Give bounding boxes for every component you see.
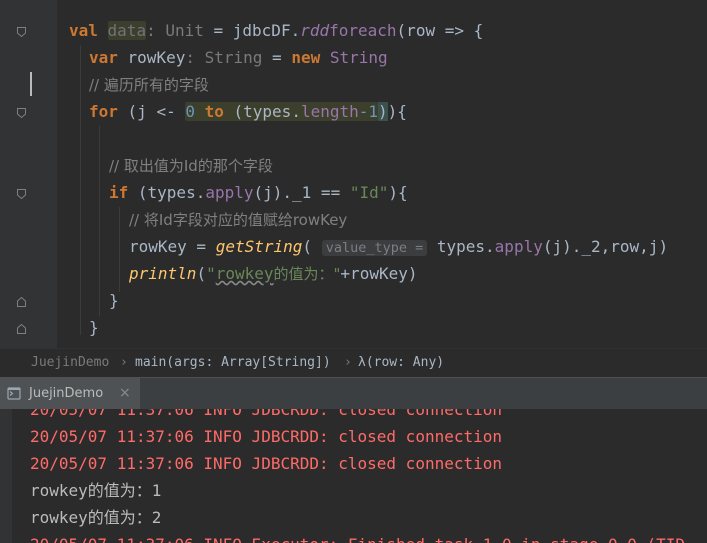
code-text: (	[196, 264, 207, 283]
code-text: (	[302, 237, 313, 256]
string-literal: rowkey	[215, 264, 274, 283]
code-text: (row => {	[396, 21, 484, 40]
editor-gutter[interactable]	[0, 0, 57, 348]
code-text: types.	[436, 237, 495, 256]
code-line[interactable]: if (types.apply(j)._1 == "Id"){	[109, 179, 408, 206]
field-access: length	[300, 102, 359, 121]
fold-marker-icon[interactable]	[17, 108, 26, 118]
fold-end-marker-icon[interactable]	[17, 324, 26, 334]
fold-end-marker-icon[interactable]	[17, 297, 26, 307]
type-hint: : String	[185, 48, 263, 67]
console-output[interactable]: 20/05/07 11:37:06 INFO JDBCRDD: closed c…	[0, 409, 707, 543]
code-line[interactable]: })	[69, 341, 88, 348]
run-tool-window-tabs: JuejinDemo ×	[0, 377, 707, 410]
class-name: String	[320, 48, 388, 67]
code-line[interactable]: }	[89, 314, 99, 341]
keyword: var	[89, 48, 118, 67]
console-line: 20/05/07 11:37:06 INFO Executor: Finishe…	[30, 531, 685, 543]
matched-brace: )	[378, 102, 388, 121]
code-line[interactable]: // 取出值为Id的那个字段	[109, 152, 273, 180]
console-gutter	[0, 409, 12, 543]
identifier: data	[107, 21, 147, 40]
parameter-hint: value_type =	[321, 240, 428, 256]
code-comment: // 取出值为Id的那个字段	[109, 157, 273, 175]
code-text: = jdbcDF.	[203, 21, 301, 40]
indent-guide	[119, 207, 120, 292]
console-line: 20/05/07 11:37:06 INFO JDBCRDD: closed c…	[30, 427, 503, 446]
console-icon	[7, 387, 21, 400]
keyword: val	[69, 21, 98, 40]
type-hint: : Unit	[146, 21, 204, 40]
code-editor[interactable]: val data: Unit = jdbcDF.rddforeach(row =…	[0, 0, 707, 348]
string-literal: "Id"	[349, 183, 389, 202]
console-line: 20/05/07 11:37:06 INFO JDBCRDD: closed c…	[30, 454, 503, 473]
code-line[interactable]: val data: Unit = jdbcDF.rddforeach(row =…	[69, 17, 483, 44]
code-comment: // 将Id字段对应的值赋给rowKey	[129, 211, 348, 229]
code-line[interactable]: for (j <- 0 to (types.length-1)){	[89, 98, 407, 125]
close-icon[interactable]: ×	[119, 378, 131, 409]
code-text: (j <-	[117, 102, 186, 121]
function-call: getString	[215, 237, 303, 256]
code-line[interactable]: var rowKey: String = new String	[89, 44, 388, 71]
code-line[interactable]: println("rowkey的值为："+rowKey)	[129, 260, 417, 288]
code-text: }	[89, 318, 99, 337]
function-call: println	[129, 264, 197, 283]
code-comment: // 遍历所有的字段	[89, 76, 209, 94]
code-line[interactable]: // 将Id字段对应的值赋给rowKey	[129, 206, 347, 234]
console-line: rowkey的值为：2	[30, 508, 162, 527]
breadcrumb-item-object[interactable]: JuejinDemo	[31, 349, 109, 377]
run-tab[interactable]: JuejinDemo ×	[0, 378, 140, 409]
current-line-marker	[30, 72, 32, 96]
keyword: if	[109, 183, 129, 202]
run-tab-label: JuejinDemo	[29, 386, 104, 401]
method-call: rdd	[300, 21, 330, 40]
string-literal: "	[206, 264, 216, 283]
breadcrumb-separator: ›	[344, 355, 352, 370]
code-line[interactable]: // 遍历所有的字段	[89, 71, 209, 99]
breadcrumb-item-lambda[interactable]: λ(row: Any)	[358, 349, 444, 377]
code-text: }	[109, 291, 119, 310]
console-line: 20/05/07 11:37:06 INFO JDBCRDD: closed c…	[30, 409, 503, 419]
breadcrumb-separator: ›	[120, 355, 128, 370]
method-call: foreach	[329, 21, 397, 40]
method-call: apply	[494, 237, 543, 256]
breadcrumb: JuejinDemo › main(args: Array[String]) ›…	[0, 348, 707, 378]
breadcrumb-item-method[interactable]: main(args: Array[String])	[135, 349, 331, 377]
code-text: +rowKey)	[340, 264, 418, 283]
code-text: ){	[388, 183, 408, 202]
indent-guide	[80, 45, 81, 335]
code-text: rowKey =	[129, 237, 216, 256]
code-text: =	[262, 48, 292, 67]
identifier: rowKey	[117, 48, 186, 67]
fold-marker-icon[interactable]	[17, 189, 26, 199]
console-line: rowkey的值为：1	[30, 481, 162, 500]
number-literal: 0	[185, 102, 195, 121]
code-text: (types.	[128, 183, 206, 202]
keyword: new	[291, 48, 321, 67]
code-text: ){	[387, 102, 407, 121]
keyword: to	[194, 102, 234, 121]
fold-marker-icon[interactable]	[17, 27, 26, 37]
code-line[interactable]: }	[109, 287, 119, 314]
code-text: (j)._2,row,j)	[542, 237, 669, 256]
keyword: for	[89, 102, 118, 121]
string-literal: 的值为："	[273, 265, 341, 283]
code-text: (types.	[233, 102, 301, 121]
method-call: apply	[205, 183, 254, 202]
number-literal: -1	[358, 102, 379, 121]
code-text: (j)._1 ==	[253, 183, 350, 202]
indent-guide	[99, 126, 100, 316]
code-line[interactable]: rowKey = getString( value_type = types.a…	[129, 233, 668, 262]
